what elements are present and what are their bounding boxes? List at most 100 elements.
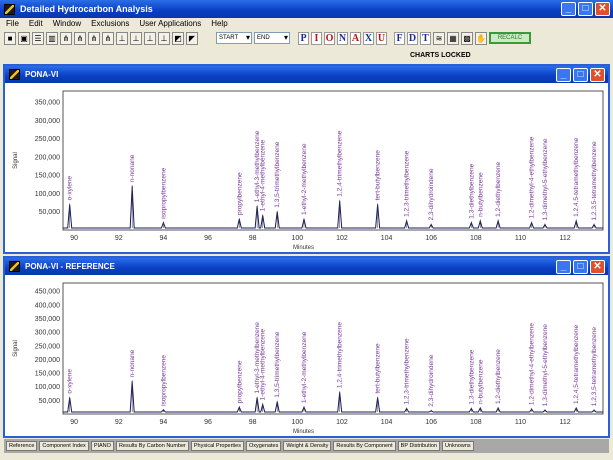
window-icon <box>9 261 20 272</box>
tab-bp-distribution[interactable]: BP Distribution <box>397 441 440 451</box>
y-tick-label: 400,000 <box>35 302 60 309</box>
peak-label: 1,2,4,5-tetramethylbenzene <box>573 324 580 404</box>
tab-physical-properties[interactable]: Physical Properties <box>190 441 244 451</box>
maximize-button[interactable]: □ <box>578 2 593 16</box>
filter-o-button[interactable]: O <box>324 31 335 45</box>
filter-n-button[interactable]: N <box>337 31 348 45</box>
tab-results-by-component[interactable]: Results By Component <box>333 441 396 451</box>
menu-help[interactable]: Help <box>211 18 227 29</box>
start-select[interactable]: START <box>216 32 252 44</box>
reference-chromatogram-chart[interactable]: 50,000 100,000 150,000 200,000 250,000 300,00… <box>5 275 608 436</box>
x-tick-label: 112 <box>559 235 570 242</box>
peak-label: tert-butylbenzene <box>375 150 382 201</box>
peak-label: propylbenzene <box>236 360 243 403</box>
baseline-icon[interactable]: ⊥ <box>130 31 142 45</box>
tab-unknowns[interactable]: Unknowns <box>441 441 474 451</box>
filter-a-button[interactable]: A <box>350 31 361 45</box>
end-select[interactable]: END <box>254 32 290 44</box>
x-tick-label: 94 <box>160 419 168 426</box>
tab-piano[interactable]: PIANO <box>90 441 114 451</box>
minimize-button[interactable]: _ <box>556 68 571 82</box>
peak-tool-icon[interactable]: ⋔ <box>74 31 86 45</box>
filter-p-button[interactable]: P <box>298 31 309 45</box>
baseline-icon[interactable]: ⊥ <box>116 31 128 45</box>
close-button[interactable]: ✕ <box>590 260 605 274</box>
maximize-button[interactable]: □ <box>573 68 588 82</box>
peak-label: 2,3-dihydroindene <box>428 168 435 220</box>
peak-label: isopropylbenzene <box>160 167 167 218</box>
baseline-icon[interactable]: ⊥ <box>144 31 156 45</box>
x-tick-label: 98 <box>249 419 257 426</box>
menu-bar: File Edit Window Exclusions User Applica… <box>0 18 613 29</box>
peak-tool-icon[interactable]: ⋔ <box>102 31 114 45</box>
open-icon[interactable]: ▣ <box>18 31 30 45</box>
tab-weight-density[interactable]: Weight & Density <box>283 441 332 451</box>
maximize-button[interactable]: □ <box>573 260 588 274</box>
filter-x-button[interactable]: X <box>363 31 374 45</box>
filter-u-button[interactable]: U <box>376 31 387 45</box>
peak-label: 1,3-dimethyl-5-ethylbenzene <box>542 138 549 220</box>
peak-label: n-butylbenzene <box>477 359 484 404</box>
peak-label: 1,2,4-trimethylbenzene <box>337 322 344 389</box>
split-icon[interactable]: ☰ <box>32 31 44 45</box>
tab-carbon-number[interactable]: Results By Carbon Number <box>115 441 189 451</box>
overlay-icon[interactable]: ▥ <box>46 31 58 45</box>
peak-label: 1-ethyl-4-methylbenzene <box>260 139 267 211</box>
save-icon[interactable]: ■ <box>4 31 16 45</box>
peak-label: 1,3-diethylbenzene <box>468 349 475 404</box>
y-tick-label: 200,000 <box>35 154 60 161</box>
x-tick-label: 104 <box>381 235 393 242</box>
y-tick-label: 100,000 <box>35 191 60 198</box>
x-tick-label: 106 <box>425 235 437 242</box>
close-button[interactable]: ✕ <box>595 2 610 16</box>
grid-icon[interactable]: ▩ <box>461 31 473 45</box>
peak-tool-icon[interactable]: ⋔ <box>88 31 100 45</box>
y-tick-label: 450,000 <box>35 289 60 296</box>
x-tick-label: 104 <box>381 419 393 426</box>
filter-f-button[interactable]: F <box>394 31 405 45</box>
menu-exclusions[interactable]: Exclusions <box>91 18 129 29</box>
peak-label: 1,3,5-trimethylbenzene <box>274 141 281 208</box>
x-tick-label: 100 <box>291 419 303 426</box>
menu-edit[interactable]: Edit <box>29 18 43 29</box>
peak-tool-icon[interactable]: ⋔ <box>60 31 72 45</box>
peak-label: 1,2-dimethyl-4-ethylbenzene <box>529 323 536 405</box>
x-tick-label: 106 <box>425 419 437 426</box>
x-tick-label: 98 <box>249 235 257 242</box>
minimize-button[interactable]: _ <box>561 2 576 16</box>
filter-d-button[interactable]: D <box>407 31 418 45</box>
recalc-button[interactable]: RECALC <box>489 32 531 44</box>
x-tick-label: 90 <box>70 419 78 426</box>
peak-label: propylbenzene <box>236 172 243 215</box>
arrow-icon[interactable]: ◤ <box>186 31 198 45</box>
baseline-icon[interactable]: ⊥ <box>158 31 170 45</box>
window-icon <box>9 69 20 80</box>
close-button[interactable]: ✕ <box>590 68 605 82</box>
peak-label: n-nonane <box>129 154 136 182</box>
table-icon[interactable]: ▦ <box>447 31 459 45</box>
filter-t-button[interactable]: T <box>420 31 431 45</box>
plot-frame <box>62 90 604 231</box>
zoom-icon[interactable]: ◩ <box>172 31 184 45</box>
hand-icon[interactable]: ✋ <box>475 31 487 45</box>
peak-label: 1,3,5-trimethylbenzene <box>274 331 281 398</box>
toolbar: ■▣ ☰▥ ⋔⋔⋔⋔ ⊥⊥⊥⊥ ◩◤ START END P I O N A X… <box>4 30 609 46</box>
tab-component-index[interactable]: Component Index <box>39 441 89 451</box>
peak-label: 1-ethyl-4-methylbenzene <box>260 329 267 401</box>
y-tick-label: 250,000 <box>35 136 60 143</box>
minimize-button[interactable]: _ <box>556 260 571 274</box>
tab-reference[interactable]: Reference <box>6 441 38 451</box>
chart-icon[interactable]: ≋ <box>433 31 445 45</box>
x-tick-label: 90 <box>70 235 78 242</box>
menu-window[interactable]: Window <box>53 18 81 29</box>
filter-i-button[interactable]: I <box>311 31 322 45</box>
tab-oxygenates[interactable]: Oxygenates <box>245 441 282 451</box>
x-tick-label: 96 <box>204 419 212 426</box>
chromatogram-chart[interactable]: 50,000 100,000 150,000 200,000 250,000 300,00… <box>5 83 608 252</box>
x-tick-label: 110 <box>515 235 526 242</box>
x-tick-label: 92 <box>115 419 123 426</box>
peak-label: 1,2,3-trimethylbenzene <box>404 150 411 217</box>
x-tick-label: 96 <box>204 235 212 242</box>
menu-user-applications[interactable]: User Applications <box>139 18 201 29</box>
menu-file[interactable]: File <box>6 18 19 29</box>
